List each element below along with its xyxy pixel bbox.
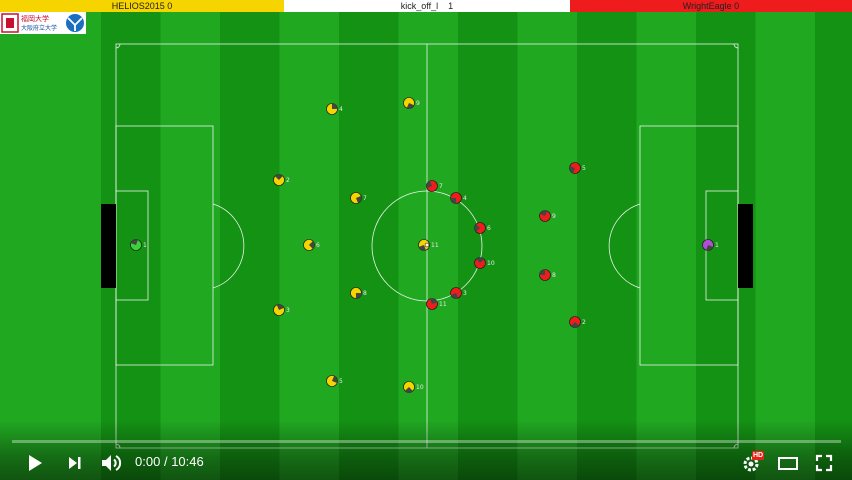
right-player-6: 6 — [474, 222, 491, 234]
right-player-7: 7 — [426, 180, 443, 192]
left-player-number: 7 — [363, 195, 367, 202]
logo-text-top: 福岡大学 — [21, 14, 49, 23]
total-time: 10:46 — [171, 454, 204, 469]
left-team-score: HELIOS2015 0 — [0, 0, 284, 12]
left-player-number: 10 — [416, 384, 424, 391]
right-player-1: 1 — [702, 239, 719, 251]
left-player-number: 1 — [143, 242, 147, 249]
left-player-7: 7 — [350, 192, 367, 204]
right-player-2: 2 — [569, 316, 586, 328]
right-player-number: 2 — [582, 319, 586, 326]
right-player-number: 7 — [439, 183, 443, 190]
next-icon — [69, 457, 81, 469]
sponsor-logo: 福岡大学 大阪府立大学 — [0, 12, 86, 34]
left-player-number: 11 — [431, 242, 439, 249]
current-time: 0:00 — [135, 454, 161, 469]
next-button[interactable] — [63, 451, 87, 475]
right-team-goals: 0 — [734, 1, 740, 11]
right-player-number: 9 — [552, 213, 556, 220]
soccer-field: 1234567891011 1234567891011 — [0, 12, 852, 480]
right-player-number: 5 — [582, 165, 586, 172]
logo-graphic: 福岡大学 大阪府立大学 — [1, 13, 84, 33]
play-mode: kick_off_l 1 — [284, 0, 570, 12]
scoreboard: HELIOS2015 0 kick_off_l 1 WrightEagle 0 — [0, 0, 852, 12]
left-team-name: HELIOS2015 — [111, 1, 165, 11]
left-player-2: 2 — [273, 174, 290, 186]
right-team-score: WrightEagle 0 — [570, 0, 852, 12]
left-player-5: 5 — [326, 375, 343, 387]
left-player-1: 1 — [130, 239, 147, 251]
fullscreen-icon — [815, 454, 833, 472]
left-player-number: 8 — [363, 290, 367, 297]
volume-button[interactable] — [99, 451, 123, 475]
progress-bar[interactable] — [12, 440, 841, 443]
right-team-name: WrightEagle — [682, 1, 732, 11]
right-player-9: 9 — [539, 210, 556, 222]
left-player-3: 3 — [273, 304, 290, 316]
right-player-number: 1 — [715, 242, 719, 249]
right-player-8: 8 — [539, 269, 556, 281]
right-player-number: 10 — [487, 260, 495, 267]
hd-badge: HD — [752, 451, 765, 460]
theater-mode-icon — [778, 457, 798, 470]
cycle-count: 1 — [448, 1, 454, 11]
right-player-number: 8 — [552, 272, 556, 279]
right-player-number: 3 — [463, 290, 467, 297]
video-controls — [0, 420, 852, 480]
left-goal — [101, 204, 116, 288]
right-player-3: 3 — [450, 287, 467, 299]
time-separator: / — [163, 454, 168, 469]
right-player-number: 6 — [487, 225, 491, 232]
ball — [424, 242, 430, 248]
left-player-6: 6 — [303, 239, 320, 251]
left-player-number: 2 — [286, 177, 290, 184]
left-team-goals: 0 — [167, 1, 173, 11]
play-button[interactable] — [22, 451, 46, 475]
right-player-number: 4 — [463, 195, 467, 202]
theater-mode-button[interactable] — [776, 451, 800, 475]
settings-button[interactable]: HD — [740, 451, 765, 475]
right-player-4: 4 — [450, 192, 467, 204]
left-player-number: 6 — [316, 242, 320, 249]
left-player-9: 9 — [403, 97, 420, 109]
left-player-8: 8 — [350, 287, 367, 299]
left-player-number: 3 — [286, 307, 290, 314]
left-player-number: 5 — [339, 378, 343, 385]
right-goal — [738, 204, 753, 288]
play-icon — [29, 455, 42, 471]
logo-text-bottom: 大阪府立大学 — [21, 24, 57, 32]
left-player-number: 9 — [416, 100, 420, 107]
right-player-5: 5 — [569, 162, 586, 174]
play-mode-label: kick_off_l — [400, 1, 439, 11]
left-player-number: 4 — [339, 106, 343, 113]
left-player-4: 4 — [326, 103, 343, 115]
right-player-number: 11 — [439, 301, 447, 308]
time-display: 0:00 / 10:46 — [135, 454, 204, 470]
volume-icon — [102, 455, 122, 471]
fullscreen-button[interactable] — [812, 451, 836, 475]
